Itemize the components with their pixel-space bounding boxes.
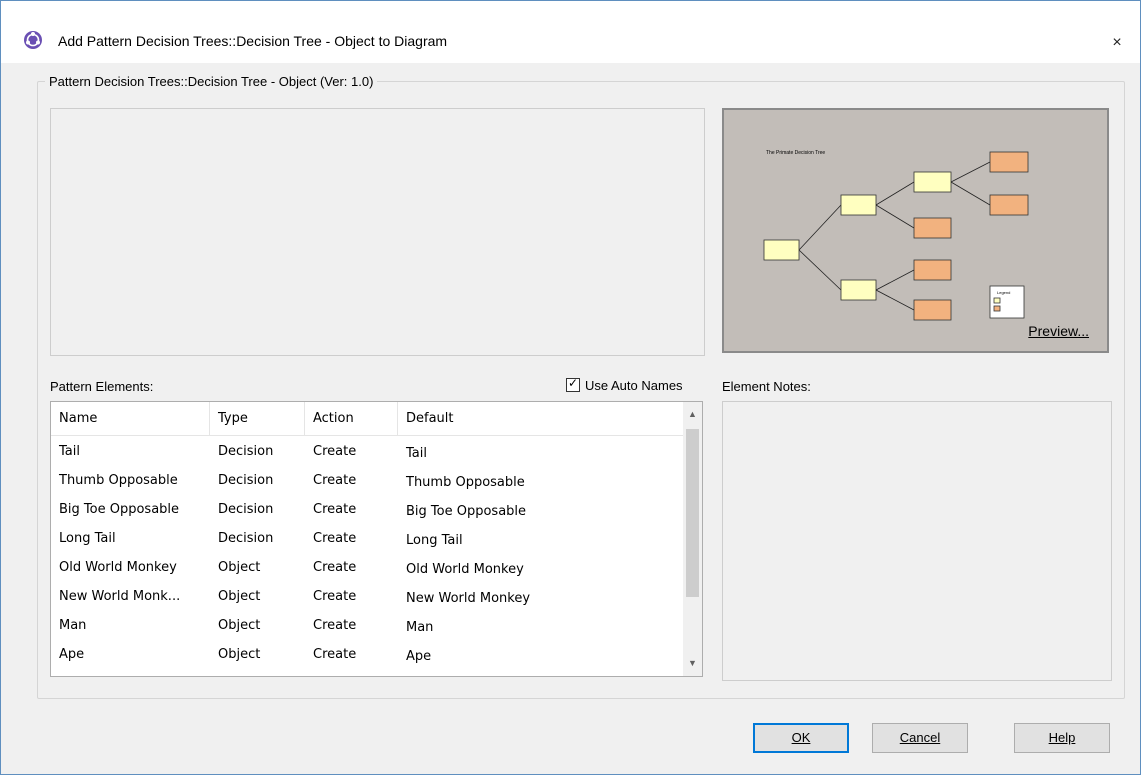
preview-node-bigtoe xyxy=(840,279,877,301)
cell-type: Object xyxy=(218,647,261,662)
column-header-name[interactable]: Name xyxy=(51,402,210,435)
cell-action[interactable]: Create xyxy=(305,524,356,553)
cell-default[interactable]: Thumb Opposable xyxy=(398,468,525,497)
preview-node-man xyxy=(913,299,952,321)
cell-name: Man xyxy=(59,618,87,633)
preview-legend-title: Legend xyxy=(997,290,1010,295)
cell-action[interactable]: Create xyxy=(305,611,356,640)
cell-name: Big Toe Opposable xyxy=(59,502,180,517)
cell-action[interactable]: Create xyxy=(305,495,356,524)
cell-name: Ape xyxy=(59,647,85,662)
cell-default[interactable]: New World Monkey xyxy=(398,584,530,613)
cell-type: Decision xyxy=(218,444,274,459)
element-notes-label: Element Notes: xyxy=(722,379,811,394)
table-header: Name Type Action Default xyxy=(51,402,683,436)
table-row[interactable]: Big Toe Opposable Decision Create Big To… xyxy=(51,495,683,524)
preview-node-longtail xyxy=(913,171,952,193)
scroll-down-arrow-icon[interactable]: ▼ xyxy=(683,655,702,672)
use-auto-names-checkbox[interactable]: ✓ Use Auto Names xyxy=(566,376,683,393)
title-bar: Add Pattern Decision Trees::Decision Tre… xyxy=(1,1,1140,63)
scroll-up-arrow-icon[interactable]: ▲ xyxy=(683,406,702,423)
cell-action[interactable]: Create xyxy=(305,437,356,466)
pattern-group-legend: Pattern Decision Trees::Decision Tree - … xyxy=(45,74,378,89)
preview-node-ape xyxy=(913,259,952,281)
cell-name: Long Tail xyxy=(59,531,116,546)
cell-type: Object xyxy=(218,560,261,575)
cell-type: Object xyxy=(218,618,261,633)
preview-node-oldworld-b xyxy=(989,194,1029,216)
preview-node-tail xyxy=(763,239,800,261)
cancel-button-label: Cancel xyxy=(899,730,941,745)
cell-type: Decision xyxy=(218,473,274,488)
cancel-button[interactable]: Cancel xyxy=(872,723,968,753)
preview-diagram-title: The Primate Decision Tree xyxy=(766,150,825,156)
preview-diagram: The Primate Decision Tree Legend xyxy=(763,150,1029,321)
column-header-default[interactable]: Default xyxy=(398,402,683,435)
column-header-action[interactable]: Action xyxy=(305,402,398,435)
close-button[interactable]: × xyxy=(1094,23,1140,63)
cell-action[interactable]: Create xyxy=(305,466,356,495)
help-button-label: Help xyxy=(1048,730,1076,745)
cell-action[interactable]: Create xyxy=(305,640,356,669)
table-row[interactable]: Thumb Opposable Decision Create Thumb Op… xyxy=(51,466,683,495)
cell-name: Tail xyxy=(59,444,80,459)
preview-link[interactable]: Preview... xyxy=(1028,323,1089,339)
cell-name: Thumb Opposable xyxy=(59,473,178,488)
cell-type: Object xyxy=(218,589,261,604)
pattern-description-panel xyxy=(50,108,705,356)
cell-default[interactable]: Ape xyxy=(398,642,431,671)
preview-node-oldworld-a xyxy=(989,151,1029,173)
help-button[interactable]: Help xyxy=(1014,723,1110,753)
preview-node-thumb xyxy=(840,194,877,216)
table-row[interactable]: Long Tail Decision Create Long Tail xyxy=(51,524,683,553)
table-row[interactable]: Old World Monkey Object Create Old World… xyxy=(51,553,683,582)
element-notes-box[interactable] xyxy=(722,401,1112,681)
ok-button-label: OK xyxy=(791,730,811,745)
checkbox-checked-icon[interactable]: ✓ xyxy=(566,376,580,392)
use-auto-names-label: Use Auto Names xyxy=(585,378,683,393)
cell-type: Decision xyxy=(218,502,274,517)
cell-type: Decision xyxy=(218,531,274,546)
scroll-thumb[interactable] xyxy=(686,429,699,597)
table-scrollbar[interactable]: ▲ ▼ xyxy=(683,402,702,676)
ok-button[interactable]: OK xyxy=(753,723,849,753)
column-header-type[interactable]: Type xyxy=(210,402,305,435)
cell-default[interactable]: Tail xyxy=(398,439,427,468)
cell-action[interactable]: Create xyxy=(305,553,356,582)
table-row[interactable]: New World Monk... Object Create New Worl… xyxy=(51,582,683,611)
cell-default[interactable]: Big Toe Opposable xyxy=(398,497,526,526)
table-row[interactable]: Tail Decision Create Tail xyxy=(51,437,683,466)
window-title: Add Pattern Decision Trees::Decision Tre… xyxy=(58,33,448,49)
pattern-elements-label: Pattern Elements: xyxy=(50,379,154,394)
table-row[interactable]: Ape Object Create Ape xyxy=(51,640,683,669)
cell-name: Old World Monkey xyxy=(59,560,177,575)
diagram-preview[interactable]: The Primate Decision Tree Legend Preview… xyxy=(722,108,1109,353)
cell-default[interactable]: Old World Monkey xyxy=(398,555,524,584)
cell-default[interactable]: Man xyxy=(398,613,433,642)
preview-node-newworld xyxy=(913,217,952,239)
cell-name: New World Monk... xyxy=(59,589,181,604)
pattern-elements-table[interactable]: Name Type Action Default Tail Decision C… xyxy=(50,401,703,677)
app-logo-icon xyxy=(24,31,42,49)
table-row[interactable]: Man Object Create Man xyxy=(51,611,683,640)
cell-default[interactable]: Long Tail xyxy=(398,526,463,555)
cell-action[interactable]: Create xyxy=(305,582,356,611)
